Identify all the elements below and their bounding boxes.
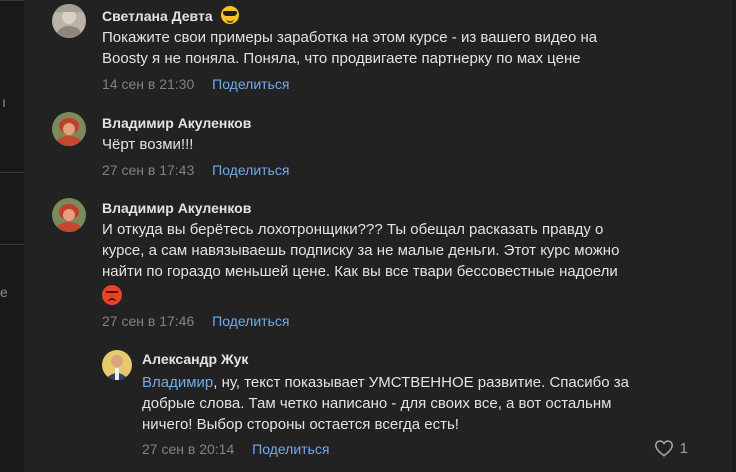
sidebar-text-fragment: ı <box>2 94 6 110</box>
share-link[interactable]: Поделиться <box>212 162 289 178</box>
share-link[interactable]: Поделиться <box>212 76 289 92</box>
author-name[interactable]: Светлана Девта <box>102 8 213 24</box>
comment-author[interactable]: Александр Жук <box>142 351 248 367</box>
comment-line: добрые слова. Там четко написано - для с… <box>142 395 612 412</box>
comment-text: Чёрт возми!!! <box>102 134 712 155</box>
comment-line <box>102 282 712 306</box>
sunglasses-emoji-icon <box>220 6 239 24</box>
comment-line: курсе, а сам навязываешь подписку за не … <box>102 242 620 259</box>
comment-line: Boosty я не поняла. Поняла, что продвига… <box>102 50 581 67</box>
sidebar-divider <box>0 172 24 173</box>
comment-line: Чёрт возми!!! <box>102 136 194 153</box>
comment-line: Владимир, ну, текст показывает УМСТВЕННО… <box>142 372 722 393</box>
comment-text: И откуда вы берётесь лохотронщики??? Ты … <box>102 219 712 306</box>
mention-link[interactable]: Владимир <box>142 374 213 391</box>
avatar[interactable] <box>52 198 86 232</box>
share-link[interactable]: Поделиться <box>212 313 289 329</box>
comment-date[interactable]: 27 сен в 17:43 <box>102 162 194 178</box>
comment-text: Покажите свои примеры заработка на этом … <box>102 27 712 69</box>
comment-meta: 27 сен в 20:14 Поделиться <box>142 441 329 457</box>
comment-author[interactable]: Светлана Девта <box>102 6 239 24</box>
avatar[interactable] <box>52 4 86 38</box>
comment-text: Владимир, ну, текст показывает УМСТВЕННО… <box>142 372 722 435</box>
comment-date[interactable]: 27 сен в 20:14 <box>142 441 234 457</box>
heart-outline-icon <box>654 440 673 457</box>
comment-meta: 27 сен в 17:46 Поделиться <box>102 313 289 329</box>
scrollbar-track[interactable] <box>732 0 736 472</box>
comment-line: ничего! Выбор стороны остается всегда ес… <box>142 416 459 433</box>
avatar[interactable] <box>102 350 132 380</box>
comment-line-rest: , ну, текст показывает УМСТВЕННОЕ развит… <box>213 374 629 391</box>
comments-feed: Светлана Девта Покажите свои примеры зар… <box>24 0 732 472</box>
comment-author[interactable]: Владимир Акуленков <box>102 200 251 216</box>
comment-line: И откуда вы берётесь лохотронщики??? Ты … <box>102 221 604 238</box>
sidebar-divider <box>0 244 24 245</box>
comment-line: найти по гораздо меньшей цене. Как вы вс… <box>102 263 618 280</box>
sidebar-text-fragment[interactable]: e <box>0 284 8 300</box>
like-button[interactable]: 1 <box>654 439 688 457</box>
angry-face-emoji-icon <box>102 285 122 305</box>
comment-line: Покажите свои примеры заработка на этом … <box>102 29 598 46</box>
comment-date[interactable]: 14 сен в 21:30 <box>102 76 194 92</box>
sidebar-divider <box>0 0 24 1</box>
left-sidebar-edge: ı e <box>0 0 24 472</box>
comment-date[interactable]: 27 сен в 17:46 <box>102 313 194 329</box>
like-count: 1 <box>679 439 688 457</box>
avatar[interactable] <box>52 112 86 146</box>
comment-author[interactable]: Владимир Акуленков <box>102 115 251 131</box>
comment-meta: 27 сен в 17:43 Поделиться <box>102 162 289 178</box>
comment-meta: 14 сен в 21:30 Поделиться <box>102 76 289 92</box>
share-link[interactable]: Поделиться <box>252 441 329 457</box>
